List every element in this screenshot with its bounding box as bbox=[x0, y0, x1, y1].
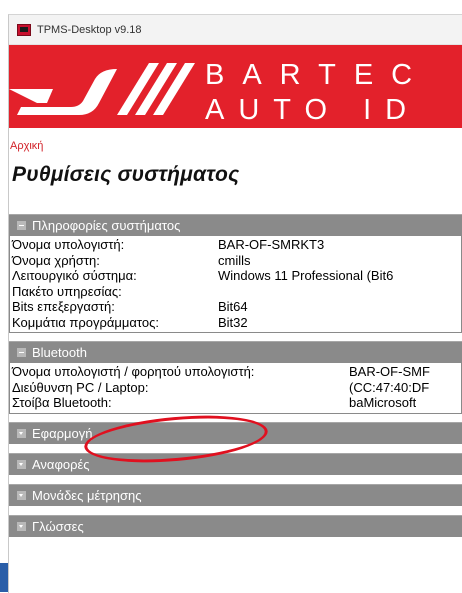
info-key: Λειτουργικό σύστημα: bbox=[12, 268, 137, 283]
section-title: Εφαρμογή bbox=[32, 425, 93, 441]
info-key: Στοίβα Bluetooth: bbox=[12, 395, 112, 410]
info-key: Bits επεξεργαστή: bbox=[12, 299, 115, 314]
section-header-bluetooth[interactable]: Bluetooth bbox=[9, 341, 462, 363]
info-row: Όνομα υπολογιστή: BAR-OF-SMRKT3 bbox=[12, 237, 461, 253]
section-body-bluetooth: Όνομα υπολογιστή / φορητού υπολογιστή: B… bbox=[9, 363, 462, 414]
brand-line1: BARTEC bbox=[205, 59, 430, 91]
info-row: Στοίβα Bluetooth: baMicrosoft bbox=[12, 395, 461, 411]
expand-icon bbox=[17, 459, 26, 469]
info-value: Windows 11 Professional (Bit6 bbox=[218, 268, 394, 283]
title-bar: TPMS-Desktop v9.18 bbox=[9, 15, 462, 45]
info-key: Όνομα χρήστη: bbox=[12, 252, 100, 268]
taskbar-edge bbox=[0, 563, 8, 592]
collapse-icon bbox=[17, 348, 26, 357]
expand-icon bbox=[17, 521, 26, 531]
section-title: Bluetooth bbox=[32, 345, 87, 360]
page-title: Ρυθμίσεις συστήματος bbox=[12, 163, 240, 186]
window-title: TPMS-Desktop v9.18 bbox=[37, 23, 142, 36]
section-header-system-info[interactable]: Πληροφορίες συστήματος bbox=[9, 214, 462, 236]
brand-line2: AUTO ID bbox=[205, 94, 420, 126]
brand-banner: BARTEC AUTO ID bbox=[9, 45, 462, 128]
info-row: Bits επεξεργαστή: Bit64 bbox=[12, 299, 461, 315]
info-value: BAR-OF-SMRKT3 bbox=[218, 237, 325, 252]
info-key: Κομμάτια προγράμματος: bbox=[12, 314, 159, 330]
info-row: Διεύθυνση PC / Laptop: (CC:47:40:DF bbox=[12, 380, 461, 396]
info-value: Bit64 bbox=[218, 299, 248, 314]
info-row: Όνομα υπολογιστή / φορητού υπολογιστή: B… bbox=[12, 364, 461, 380]
info-value: Bit32 bbox=[218, 314, 248, 330]
info-row: Λειτουργικό σύστημα: Windows 11 Professi… bbox=[12, 268, 461, 284]
info-value: baMicrosoft bbox=[349, 395, 417, 410]
section-header-languages[interactable]: Γλώσσες bbox=[9, 514, 462, 537]
app-icon bbox=[17, 23, 31, 36]
info-key: Πακέτο υπηρεσίας: bbox=[12, 283, 122, 299]
info-value: cmills bbox=[218, 252, 251, 268]
section-header-application[interactable]: Εφαρμογή bbox=[9, 421, 462, 444]
settings-sections: Πληροφορίες συστήματος Όνομα υπολογιστή:… bbox=[9, 214, 462, 546]
collapse-icon bbox=[17, 221, 26, 230]
info-key: Όνομα υπολογιστή / φορητού υπολογιστή: bbox=[12, 364, 255, 379]
info-key: Διεύθυνση PC / Laptop: bbox=[12, 379, 149, 395]
info-row: Κομμάτια προγράμματος: Bit32 bbox=[12, 315, 461, 331]
section-title: Γλώσσες bbox=[32, 518, 84, 534]
info-row: Πακέτο υπηρεσίας: bbox=[12, 284, 461, 300]
info-value: BAR-OF-SMF bbox=[349, 364, 430, 379]
section-title: Μονάδες μέτρησης bbox=[32, 487, 142, 503]
expand-icon bbox=[17, 490, 26, 500]
breadcrumb-home[interactable]: Αρχική bbox=[10, 140, 462, 154]
section-title: Αναφορές bbox=[32, 456, 90, 472]
info-key: Όνομα υπολογιστή: bbox=[12, 237, 125, 252]
section-title: Πληροφορίες συστήματος bbox=[32, 218, 181, 233]
section-header-units[interactable]: Μονάδες μέτρησης bbox=[9, 483, 462, 506]
section-body-system-info: Όνομα υπολογιστή: BAR-OF-SMRKT3 Όνομα χρ… bbox=[9, 236, 462, 333]
section-header-reports[interactable]: Αναφορές bbox=[9, 452, 462, 475]
info-row: Όνομα χρήστη: cmills bbox=[12, 253, 461, 269]
expand-icon bbox=[17, 428, 26, 438]
info-value: (CC:47:40:DF bbox=[349, 379, 430, 395]
bartec-logo: BARTEC AUTO ID bbox=[9, 59, 430, 126]
